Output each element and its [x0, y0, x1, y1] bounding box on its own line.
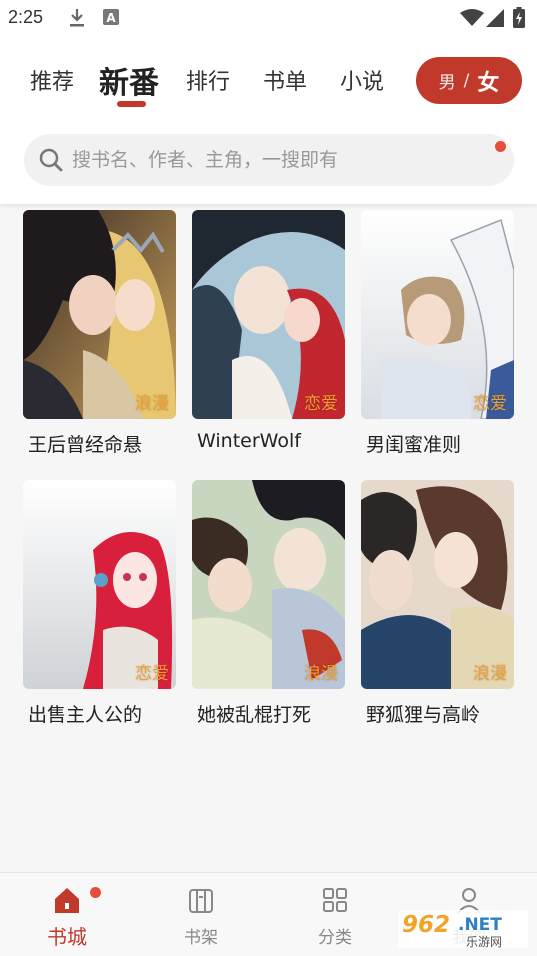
category-grid-icon	[323, 888, 347, 912]
book-title[interactable]: 野狐狸与高岭	[366, 700, 514, 727]
search-icon	[39, 148, 63, 172]
tab-novel[interactable]: 小说	[340, 64, 384, 96]
search-input[interactable]: 搜书名、作者、主角，一搜即有	[72, 134, 338, 186]
bookshelf-icon	[189, 889, 213, 913]
book-cover[interactable]: 浪漫	[361, 480, 514, 689]
notification-dot	[495, 141, 506, 152]
header: 推荐 新番 排行 书单 小说 男 / 女 搜书名、作者、主角，一搜即有	[0, 36, 537, 204]
nav-category[interactable]: 分类	[268, 873, 402, 956]
genre-tag: 浪漫	[304, 664, 338, 684]
book-cover[interactable]: 恋爱	[23, 480, 176, 689]
active-tab-indicator	[117, 101, 146, 107]
book-title[interactable]: 王后曾经命悬	[28, 430, 176, 457]
home-icon	[55, 888, 79, 913]
gender-toggle[interactable]: 男 / 女	[416, 57, 522, 104]
nav-bookshelf[interactable]: 书架	[134, 873, 268, 956]
nav-label: 分类	[318, 928, 352, 948]
status-time: 2:25	[8, 7, 44, 27]
book-card[interactable]: 恋爱 男闺蜜准则	[361, 210, 514, 457]
book-card[interactable]: 浪漫 野狐狸与高岭	[361, 480, 514, 727]
nav-bookstore[interactable]: 书城	[0, 873, 134, 956]
a-notification-icon: A	[103, 9, 119, 25]
svg-text:A: A	[106, 11, 116, 25]
book-card[interactable]: 浪漫 王后曾经命悬	[23, 210, 176, 457]
search-bar[interactable]: 搜书名、作者、主角，一搜即有	[24, 134, 514, 186]
book-title[interactable]: WinterWolf	[197, 430, 345, 452]
svg-text:962: 962	[402, 912, 450, 938]
genre-tag: 浪漫	[473, 664, 507, 684]
book-card[interactable]: 恋爱 WinterWolf	[192, 210, 345, 452]
tab-booklist[interactable]: 书单	[263, 64, 307, 96]
tab-recommend[interactable]: 推荐	[30, 64, 74, 96]
book-title[interactable]: 男闺蜜准则	[366, 430, 514, 457]
book-title[interactable]: 她被乱棍打死	[197, 700, 345, 727]
book-cover[interactable]: 恋爱	[192, 210, 345, 419]
genre-tag: 恋爱	[473, 394, 507, 414]
book-title[interactable]: 出售主人公的	[28, 700, 176, 727]
book-card[interactable]: 恋爱 出售主人公的	[23, 480, 176, 727]
book-cover[interactable]: 浪漫	[192, 480, 345, 689]
book-card[interactable]: 浪漫 她被乱棍打死	[192, 480, 345, 727]
nav-label: 书架	[184, 928, 218, 948]
svg-text:乐游网: 乐游网	[466, 935, 502, 949]
download-icon	[70, 9, 84, 27]
nav-badge-dot	[90, 887, 101, 898]
gender-separator: /	[463, 70, 470, 91]
tab-new-releases[interactable]: 新番	[99, 58, 159, 102]
svg-text:.NET: .NET	[458, 915, 502, 935]
genre-tag: 恋爱	[304, 394, 338, 414]
nav-label: 书城	[47, 925, 87, 949]
battery-icon	[513, 7, 525, 28]
genre-tag: 恋爱	[135, 664, 169, 684]
book-cover[interactable]: 恋爱	[361, 210, 514, 419]
genre-tag: 浪漫	[135, 394, 169, 414]
gender-female-option[interactable]: 女	[477, 65, 499, 97]
tab-ranking[interactable]: 排行	[186, 64, 230, 96]
book-cover[interactable]: 浪漫	[23, 210, 176, 419]
wifi-icon	[460, 9, 484, 26]
signal-icon	[486, 9, 504, 27]
gender-male-option[interactable]: 男	[439, 68, 456, 93]
status-bar: 2:25 A	[0, 0, 537, 36]
watermark-logo: 962 .NET 乐游网	[398, 910, 528, 949]
